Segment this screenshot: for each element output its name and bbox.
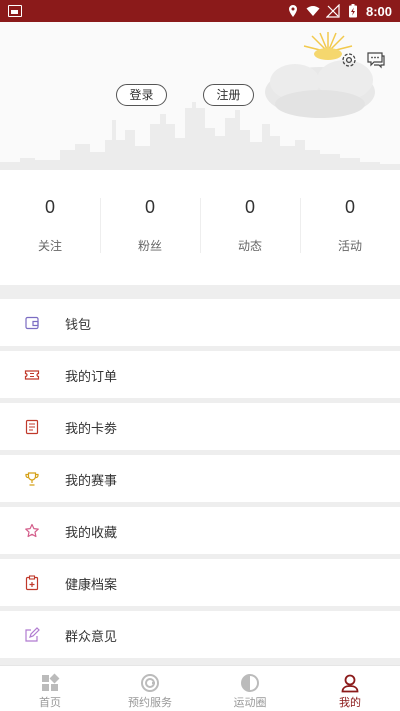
menu-item-events[interactable]: 我的赛事 <box>0 455 400 502</box>
stat-posts[interactable]: 0 动态 <box>200 170 300 285</box>
stat-value: 0 <box>44 197 55 217</box>
menu-item-wallet[interactable]: 钱包 <box>0 299 400 346</box>
stat-label: 动态 <box>237 239 262 253</box>
star-icon <box>25 523 39 538</box>
menu-item-label: 我的赛事 <box>65 474 118 489</box>
menu-item-label: 我的卡劵 <box>65 422 118 437</box>
location-icon <box>288 5 297 17</box>
menu-item-label: 群众意见 <box>65 630 118 645</box>
menu-item-favorites[interactable]: 我的收藏 <box>0 507 400 554</box>
stat-label: 关注 <box>37 239 62 253</box>
bottom-tab-bar: 首页 预约服务 运动圈 我的 <box>0 665 400 711</box>
tab-mine[interactable]: 我的 <box>300 666 400 711</box>
booking-icon <box>141 674 159 692</box>
stat-value: 0 <box>344 197 355 217</box>
no-signal-icon <box>325 4 340 18</box>
status-icons: 8:00 <box>286 3 392 19</box>
health-file-icon <box>25 575 39 591</box>
city-skyline-decoration <box>0 102 400 170</box>
login-button[interactable]: 登录 <box>116 84 167 106</box>
stat-value: 0 <box>244 197 255 217</box>
register-button[interactable]: 注册 <box>203 84 254 106</box>
menu-item-label: 我的收藏 <box>65 526 118 541</box>
menu-item-feedback[interactable]: 群众意见 <box>0 611 400 658</box>
stat-label: 活动 <box>337 239 362 253</box>
tab-label: 首页 <box>39 696 61 709</box>
settings-gear-icon[interactable] <box>340 51 358 69</box>
stat-label: 粉丝 <box>137 239 162 253</box>
stat-followers[interactable]: 0 粉丝 <box>100 170 200 285</box>
ticket-icon <box>24 370 40 380</box>
status-time: 8:00 <box>365 3 392 19</box>
tab-booking[interactable]: 预约服务 <box>100 666 200 711</box>
stat-following[interactable]: 0 关注 <box>0 170 100 285</box>
message-icon[interactable] <box>366 51 386 69</box>
profile-icon <box>341 674 359 693</box>
stats-panel: 0 关注 0 粉丝 0 动态 0 活动 <box>0 170 400 285</box>
profile-header: 登录 注册 <box>0 22 400 170</box>
coupon-icon <box>25 419 39 435</box>
menu-item-health-records[interactable]: 健康档案 <box>0 559 400 606</box>
stat-activities[interactable]: 0 活动 <box>300 170 400 285</box>
image-notification-icon <box>8 5 22 17</box>
menu-item-coupons[interactable]: 我的卡劵 <box>0 403 400 450</box>
trophy-icon <box>25 472 39 486</box>
tab-label: 我的 <box>339 696 361 709</box>
menu-item-label: 我的订单 <box>65 370 118 385</box>
tab-label: 运动圈 <box>233 696 267 709</box>
status-bar: 8:00 <box>0 0 400 22</box>
feedback-edit-icon <box>25 627 40 642</box>
tab-home[interactable]: 首页 <box>0 666 100 711</box>
tab-sports-circle[interactable]: 运动圈 <box>200 666 300 711</box>
profile-menu: 钱包 我的订单 我的卡劵 我的赛事 我的收藏 健康档案 群众意见 <box>0 299 400 663</box>
wallet-icon <box>25 316 39 330</box>
home-grid-icon <box>42 673 60 691</box>
circle-half-icon <box>241 674 259 692</box>
stat-value: 0 <box>144 197 155 217</box>
menu-item-orders[interactable]: 我的订单 <box>0 351 400 398</box>
menu-item-label: 钱包 <box>65 318 92 333</box>
battery-charging-icon <box>348 4 357 18</box>
menu-item-label: 健康档案 <box>65 578 118 593</box>
tab-label: 预约服务 <box>128 696 172 709</box>
wifi-icon <box>306 6 320 16</box>
